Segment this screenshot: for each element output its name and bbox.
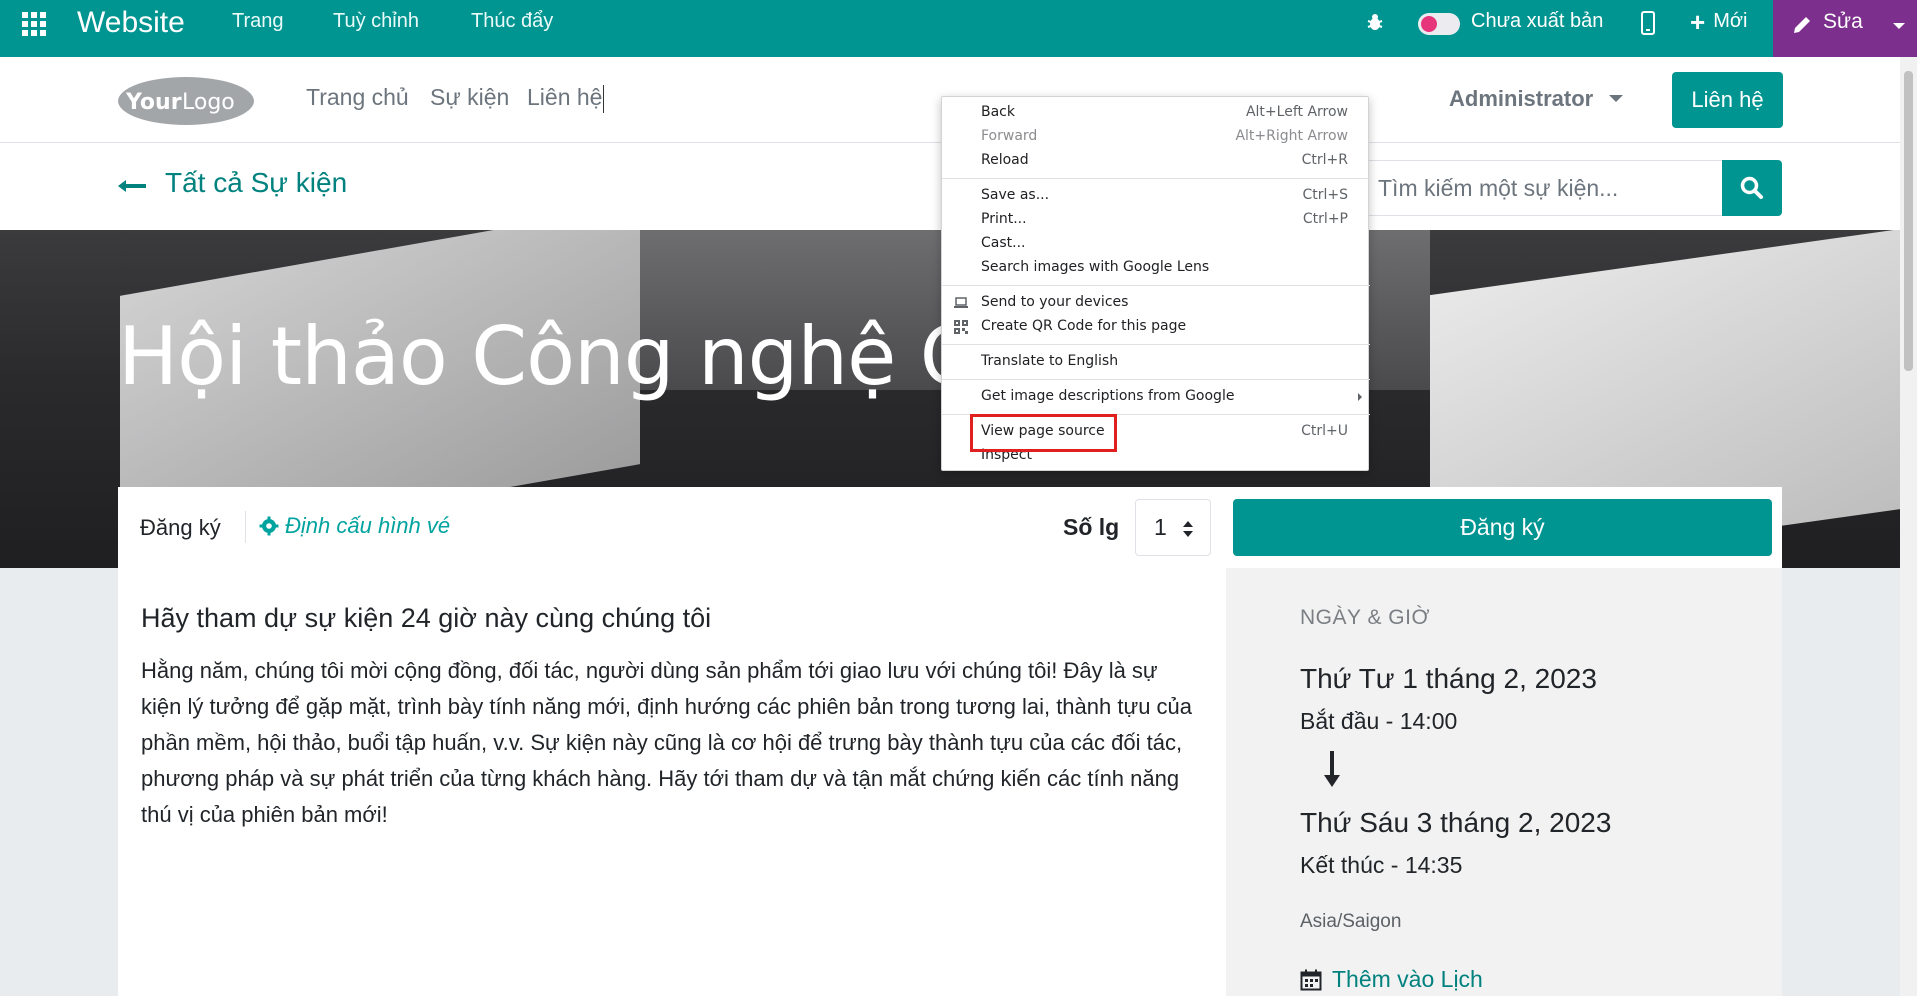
menu-item-save-as[interactable]: Save as... Ctrl+S [942, 184, 1370, 208]
nav-home[interactable]: Trang chủ [306, 84, 409, 111]
menu-item-qr-code[interactable]: Create QR Code for this page [942, 315, 1370, 339]
menu-item-forward[interactable]: Forward Alt+Right Arrow [942, 125, 1370, 149]
all-events-link[interactable]: Tất cả Sự kiện [165, 167, 347, 199]
menu-item-shortcut: Ctrl+P [1302, 211, 1348, 227]
app-brand[interactable]: Website [77, 6, 185, 40]
registration-label: Đăng ký [140, 515, 221, 540]
publish-toggle[interactable] [1418, 13, 1460, 35]
new-button[interactable]: + Mới [1690, 6, 1748, 37]
mobile-preview-icon[interactable] [1641, 11, 1655, 35]
page-scrollbar[interactable] [1900, 57, 1917, 996]
add-to-calendar-label: Thêm vào Lịch [1332, 966, 1483, 992]
quantity-select[interactable]: 1 [1135, 499, 1211, 556]
menu-item-shortcut: Alt+Right Arrow [1235, 128, 1348, 144]
topnav-pages[interactable]: Trang [232, 10, 284, 33]
calendar-icon [1300, 969, 1322, 990]
menu-item-reload[interactable]: Reload Ctrl+R [942, 149, 1370, 173]
svg-text:Logo: Logo [182, 90, 235, 115]
publish-status[interactable]: Chưa xuất bản [1471, 10, 1603, 33]
date-time-heading: NGÀY & GIỜ [1300, 606, 1430, 629]
quantity-value: 1 [1154, 514, 1167, 540]
intro-text: Hằng năm, chúng tôi mời cộng đồng, đối t… [141, 658, 1193, 827]
menu-item-send-to-devices[interactable]: Send to your devices [942, 291, 1370, 315]
menu-item-label: Cast... [981, 235, 1026, 251]
gear-icon [259, 516, 279, 536]
chevron-down-icon[interactable] [1609, 95, 1623, 102]
arrow-down-icon [1324, 751, 1340, 787]
sort-arrows-icon [1183, 521, 1193, 537]
contact-us-button[interactable]: Liên hệ [1672, 72, 1783, 128]
laptop-icon [954, 297, 968, 308]
menu-item-back[interactable]: Back Alt+Left Arrow [942, 101, 1370, 125]
menu-item-cast[interactable]: Cast... [942, 232, 1370, 256]
scrollbar-thumb[interactable] [1904, 71, 1913, 371]
menu-item-shortcut: Alt+Left Arrow [1245, 104, 1348, 120]
menu-separator [942, 178, 1370, 179]
menu-item-shortcut: Ctrl+S [1302, 187, 1348, 203]
topnav-promote[interactable]: Thúc đẩy [471, 10, 553, 33]
nav-contact[interactable]: Liên hệ [527, 84, 605, 113]
menu-separator [942, 285, 1370, 286]
bug-icon[interactable] [1365, 12, 1385, 32]
nav-contact-label: Liên hệ [527, 84, 603, 110]
nav-events[interactable]: Sự kiện [430, 84, 509, 111]
menu-item-label: Back [981, 104, 1015, 120]
event-search-input[interactable]: Tìm kiếm một sự kiện... [1365, 160, 1723, 216]
qr-code-icon [954, 320, 968, 334]
search-icon [1740, 176, 1763, 199]
timezone: Asia/Saigon [1300, 911, 1402, 932]
menu-item-label: Create QR Code for this page [981, 318, 1187, 334]
site-logo[interactable]: Your Logo [116, 71, 258, 131]
menu-item-print[interactable]: Print... Ctrl+P [942, 208, 1370, 232]
apps-grid-icon[interactable] [22, 12, 48, 36]
menu-item-label: Search images with Google Lens [981, 259, 1210, 275]
view-source-highlight [970, 414, 1117, 452]
menu-item-label: Forward [981, 128, 1038, 144]
menu-separator [942, 344, 1370, 345]
end-date: Thứ Sáu 3 tháng 2, 2023 [1300, 807, 1612, 838]
intro-title: Hãy tham dự sự kiện 24 giờ này cùng chún… [141, 603, 712, 633]
configure-tickets-label: Định cấu hình vé [285, 513, 451, 538]
pencil-icon [1794, 17, 1810, 33]
edit-button[interactable]: Sửa [1773, 0, 1917, 57]
menu-item-label: Reload [981, 152, 1029, 168]
menu-item-label: Print... [981, 211, 1027, 227]
menu-item-label: Translate to English [981, 353, 1119, 369]
plus-icon: + [1690, 6, 1706, 37]
menu-item-google-lens[interactable]: Search images with Google Lens [942, 256, 1370, 280]
new-button-label: Mới [1713, 10, 1748, 32]
configure-tickets-link[interactable]: Định cấu hình vé [259, 513, 450, 539]
menu-item-label: Send to your devices [981, 294, 1129, 310]
chevron-right-icon [1358, 393, 1362, 401]
registration-bar: Đăng ký Định cấu hình vé Số lg 1 Đăng ký [118, 487, 1782, 568]
svg-text:Your: Your [125, 90, 182, 115]
menu-item-translate[interactable]: Translate to English [942, 350, 1370, 374]
chevron-down-icon[interactable] [1893, 23, 1905, 29]
menu-item-shortcut: Ctrl+U [1301, 423, 1348, 439]
start-date: Thứ Tư 1 tháng 2, 2023 [1300, 663, 1597, 694]
edit-button-label: Sửa [1823, 10, 1863, 33]
search-button[interactable] [1722, 160, 1782, 216]
menu-item-image-descriptions[interactable]: Get image descriptions from Google [942, 385, 1370, 409]
add-to-calendar-link[interactable]: Thêm vào Lịch [1300, 966, 1483, 993]
register-button[interactable]: Đăng ký [1233, 499, 1772, 556]
start-time: Bắt đầu - 14:00 [1300, 708, 1458, 734]
menu-item-label: Save as... [981, 187, 1050, 203]
menu-item-shortcut: Ctrl+R [1301, 152, 1348, 168]
menu-item-label: Get image descriptions from Google [981, 388, 1235, 404]
topnav-customize[interactable]: Tuỳ chỉnh [333, 10, 419, 33]
end-time: Kết thúc - 14:35 [1300, 852, 1463, 878]
user-menu[interactable]: Administrator [1449, 86, 1593, 112]
quantity-label: Số lg [1063, 514, 1120, 540]
divider [245, 511, 246, 543]
menu-separator [942, 379, 1370, 380]
event-description: Hãy tham dự sự kiện 24 giờ này cùng chún… [118, 568, 1226, 996]
odoo-top-bar: Website Trang Tuỳ chỉnh Thúc đẩy Chưa xu… [0, 0, 1917, 57]
date-time-panel: NGÀY & GIỜ Thứ Tư 1 tháng 2, 2023 Bắt đầ… [1226, 568, 1782, 996]
text-cursor [603, 84, 605, 113]
arrow-left-icon[interactable] [116, 179, 148, 193]
